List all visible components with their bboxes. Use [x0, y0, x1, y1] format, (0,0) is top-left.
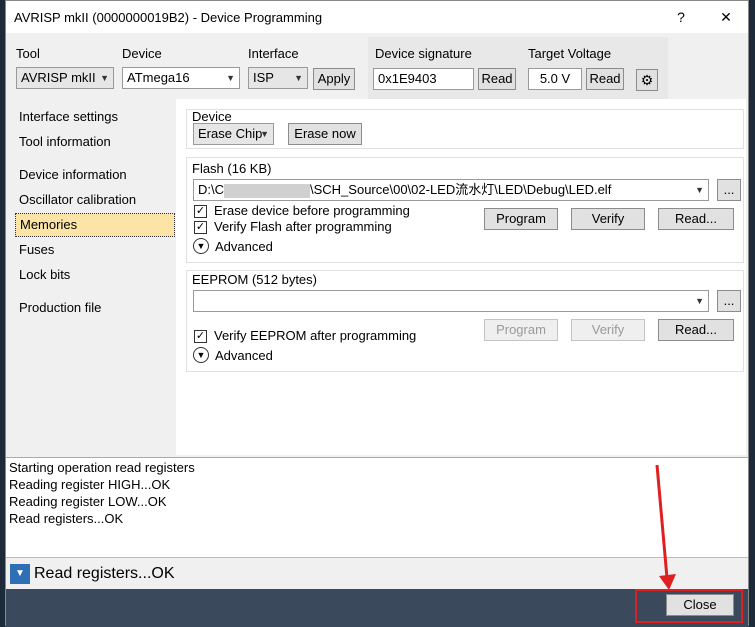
eeprom-section-title: EEPROM (512 bytes) — [192, 272, 317, 287]
settings-button[interactable]: ⚙ — [636, 69, 658, 91]
flash-advanced-label[interactable]: Advanced — [215, 239, 273, 254]
chevron-down-icon: ▼ — [226, 73, 235, 83]
log-line: Starting operation read registers — [9, 460, 195, 475]
chevron-down-icon: ▼ — [100, 73, 109, 83]
eeprom-read-button[interactable]: Read... — [658, 319, 734, 341]
sidebar-item-lock-bits[interactable]: Lock bits — [15, 265, 175, 285]
log-line: Reading register HIGH...OK — [9, 477, 171, 492]
flash-browse-button[interactable]: ... — [717, 179, 741, 201]
flash-program-button[interactable]: Program — [484, 208, 558, 230]
sidebar-item-device-information[interactable]: Device information — [15, 165, 175, 185]
eeprom-advanced-toggle[interactable]: ▼ — [193, 347, 209, 363]
memories-panel: Device Erase Chip ▼ Erase now Flash (16 … — [176, 99, 746, 455]
chevron-down-icon: ▼ — [196, 241, 206, 251]
status-bar: ▼ Read registers...OK — [6, 557, 748, 590]
target-voltage-label: Target Voltage — [528, 46, 612, 61]
sidebar-item-tool-information[interactable]: Tool information — [15, 132, 175, 152]
sidebar-item-oscillator-calibration[interactable]: Oscillator calibration — [15, 190, 175, 210]
flash-advanced-toggle[interactable]: ▼ — [193, 238, 209, 254]
flash-path-prefix: D:\C — [198, 182, 224, 197]
verify-eeprom-label: Verify EEPROM after programming — [214, 328, 417, 343]
sidebar-item-memories[interactable]: Memories — [15, 213, 175, 237]
eeprom-group: EEPROM (512 bytes) ▼ ... Program Verify … — [186, 270, 744, 372]
interface-select[interactable]: ISP ▼ — [248, 67, 308, 89]
sidebar-item-fuses[interactable]: Fuses — [15, 240, 175, 260]
sidebar-item-interface-settings[interactable]: Interface settings — [15, 107, 175, 127]
verify-flash-label: Verify Flash after programming — [214, 219, 392, 234]
chevron-down-icon: ▼ — [260, 129, 269, 139]
signature-read-button[interactable]: Read — [478, 68, 516, 90]
erase-mode-select[interactable]: Erase Chip ▼ — [193, 123, 274, 145]
sidebar: Interface settings Tool information Devi… — [6, 99, 176, 455]
sidebar-item-production-file[interactable]: Production file — [15, 298, 175, 318]
device-group: Device Erase Chip ▼ Erase now — [186, 109, 744, 149]
chevron-down-icon: ▼ — [294, 73, 303, 83]
tool-select-value: AVRISP mkII — [21, 70, 96, 85]
gear-icon: ⚙ — [640, 72, 654, 88]
erase-before-label: Erase device before programming — [214, 203, 410, 218]
chevron-down-icon: ▼ — [196, 350, 206, 360]
flash-file-path[interactable]: D:\C \SCH_Source\00\02-LED流水灯\LED\Debug\L… — [193, 179, 709, 201]
flash-verify-button[interactable]: Verify — [571, 208, 645, 230]
device-signature-label: Device signature — [375, 46, 472, 61]
target-voltage-field[interactable]: 5.0 V — [528, 68, 582, 90]
title-bar: AVRISP mkII (0000000019B2) - Device Prog… — [6, 1, 748, 33]
flash-section-title: Flash (16 KB) — [192, 161, 272, 176]
chevron-down-icon: ▼ — [695, 185, 704, 195]
erase-now-button[interactable]: Erase now — [288, 123, 362, 145]
close-window-button[interactable]: ✕ — [708, 5, 744, 29]
verify-flash-checkbox[interactable]: ✓ — [194, 221, 207, 234]
flash-path-suffix: \SCH_Source\00\02-LED流水灯\LED\Debug\LED.e… — [310, 182, 612, 197]
window-title: AVRISP mkII (0000000019B2) - Device Prog… — [14, 10, 323, 25]
status-text: Read registers...OK — [34, 565, 175, 582]
chevron-down-icon: ▼ — [695, 296, 704, 306]
log-line: Read registers...OK — [9, 511, 124, 526]
footer: Close — [6, 589, 748, 627]
eeprom-program-button[interactable]: Program — [484, 319, 558, 341]
device-select[interactable]: ATmega16 ▼ — [122, 67, 240, 89]
tool-select[interactable]: AVRISP mkII ▼ — [16, 67, 114, 89]
eeprom-advanced-label[interactable]: Advanced — [215, 348, 273, 363]
eeprom-file-path[interactable]: ▼ — [193, 290, 709, 312]
device-programming-window: AVRISP mkII (0000000019B2) - Device Prog… — [5, 0, 749, 627]
help-button[interactable]: ? — [663, 5, 699, 29]
eeprom-browse-button[interactable]: ... — [717, 290, 741, 312]
interface-label: Interface — [248, 46, 299, 61]
device-select-value: ATmega16 — [127, 70, 190, 85]
eeprom-verify-button[interactable]: Verify — [571, 319, 645, 341]
output-log[interactable]: Starting operation read registers Readin… — [6, 457, 748, 558]
device-section-title: Device — [192, 109, 232, 124]
verify-eeprom-checkbox[interactable]: ✓ — [194, 330, 207, 343]
chevron-down-icon: ▼ — [15, 568, 25, 579]
erase-before-checkbox[interactable]: ✓ — [194, 205, 207, 218]
flash-group: Flash (16 KB) D:\C \SCH_Source\00\02-LED流… — [186, 157, 744, 263]
tool-label: Tool — [16, 46, 40, 61]
redacted-path-segment — [224, 183, 310, 198]
log-line: Reading register LOW...OK — [9, 494, 167, 509]
apply-button[interactable]: Apply — [313, 68, 355, 90]
device-signature-field[interactable]: 0x1E9403 — [373, 68, 474, 90]
erase-mode-value: Erase Chip — [198, 126, 263, 141]
close-button[interactable]: Close — [666, 594, 734, 616]
expand-log-button[interactable]: ▼ — [10, 564, 30, 584]
device-label: Device — [122, 46, 162, 61]
interface-select-value: ISP — [253, 70, 274, 85]
flash-read-button[interactable]: Read... — [658, 208, 734, 230]
voltage-read-button[interactable]: Read — [586, 68, 624, 90]
